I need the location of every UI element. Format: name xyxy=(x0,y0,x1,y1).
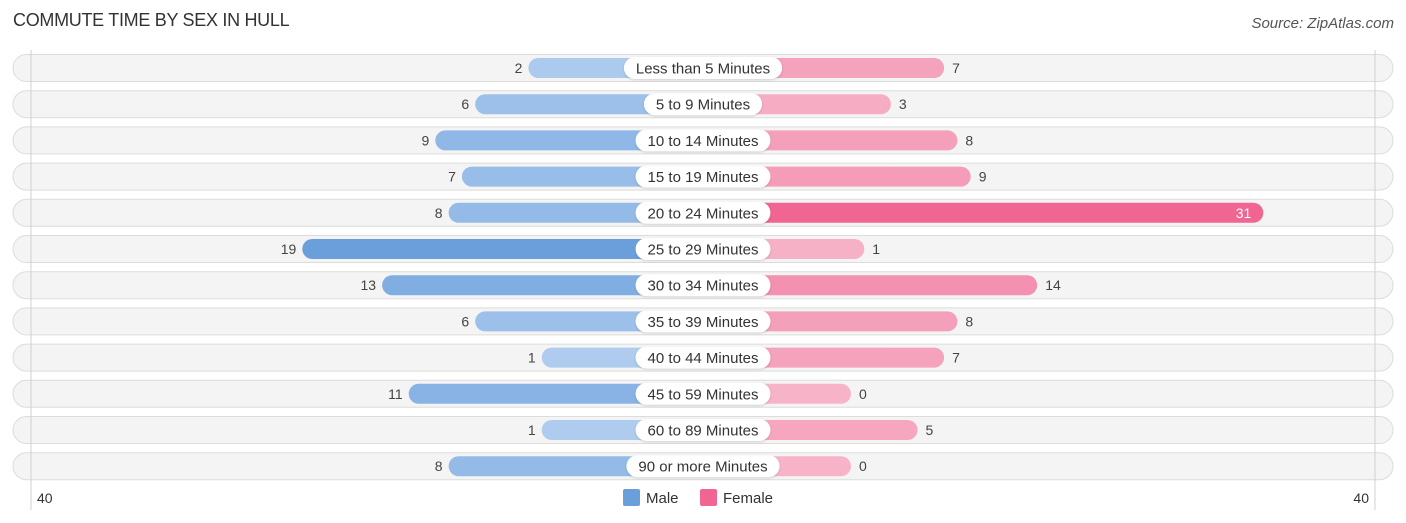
category-label: 35 to 39 Minutes xyxy=(648,314,759,331)
value-label-female: 7 xyxy=(952,350,960,366)
value-label-male: 13 xyxy=(361,277,377,293)
bars-group: 2 7 Less than 5 Minutes 6 3 5 to 9 Minutes 9 8 1… xyxy=(281,57,1264,478)
value-label-male: 1 xyxy=(528,350,536,366)
value-label-female: 9 xyxy=(979,169,987,185)
category-label: 90 or more Minutes xyxy=(638,459,767,476)
category-label: 25 to 29 Minutes xyxy=(648,242,759,259)
value-label-female: 5 xyxy=(926,422,934,438)
axis-left-label: 40 xyxy=(37,490,53,506)
bar-female[interactable] xyxy=(703,202,1264,223)
value-label-male: 8 xyxy=(435,458,443,474)
chart-canvas: 2 7 Less than 5 Minutes 6 3 5 to 9 Minutes 9 8 1… xyxy=(12,50,1394,510)
value-label-male: 19 xyxy=(281,241,297,257)
value-label-female: 3 xyxy=(899,96,907,112)
legend: Male Female xyxy=(623,489,773,507)
value-label-male: 9 xyxy=(422,132,430,148)
value-label-female: 0 xyxy=(859,458,867,474)
legend-swatch-female xyxy=(700,489,717,506)
category-label: 5 to 9 Minutes xyxy=(656,97,750,114)
category-label: 20 to 24 Minutes xyxy=(648,205,759,222)
value-label-male: 6 xyxy=(461,96,469,112)
legend-label-female: Female xyxy=(723,490,773,507)
category-label: Less than 5 Minutes xyxy=(636,61,770,78)
category-label: 60 to 89 Minutes xyxy=(648,423,759,440)
value-label-female: 8 xyxy=(965,132,973,148)
axis-right-label: 40 xyxy=(1353,490,1369,506)
value-label-male: 8 xyxy=(435,205,443,221)
category-label: 45 to 59 Minutes xyxy=(648,386,759,403)
value-label-male: 1 xyxy=(528,422,536,438)
value-label-male: 2 xyxy=(515,60,523,76)
category-label: 10 to 14 Minutes xyxy=(648,133,759,150)
value-label-female: 0 xyxy=(859,386,867,402)
value-label-male: 7 xyxy=(448,169,456,185)
legend-label-male: Male xyxy=(646,490,679,507)
category-label: 30 to 34 Minutes xyxy=(648,278,759,295)
category-label: 40 to 44 Minutes xyxy=(648,350,759,367)
value-label-male: 11 xyxy=(388,386,403,402)
category-label: 15 to 19 Minutes xyxy=(648,169,759,186)
row-tracks xyxy=(12,54,1394,481)
value-label-female: 31 xyxy=(1236,205,1252,221)
value-label-male: 6 xyxy=(461,313,469,329)
value-label-female: 14 xyxy=(1045,277,1061,293)
legend-swatch-male xyxy=(623,489,640,506)
value-label-female: 8 xyxy=(965,313,973,329)
value-label-female: 7 xyxy=(952,60,960,76)
value-label-female: 1 xyxy=(872,241,880,257)
